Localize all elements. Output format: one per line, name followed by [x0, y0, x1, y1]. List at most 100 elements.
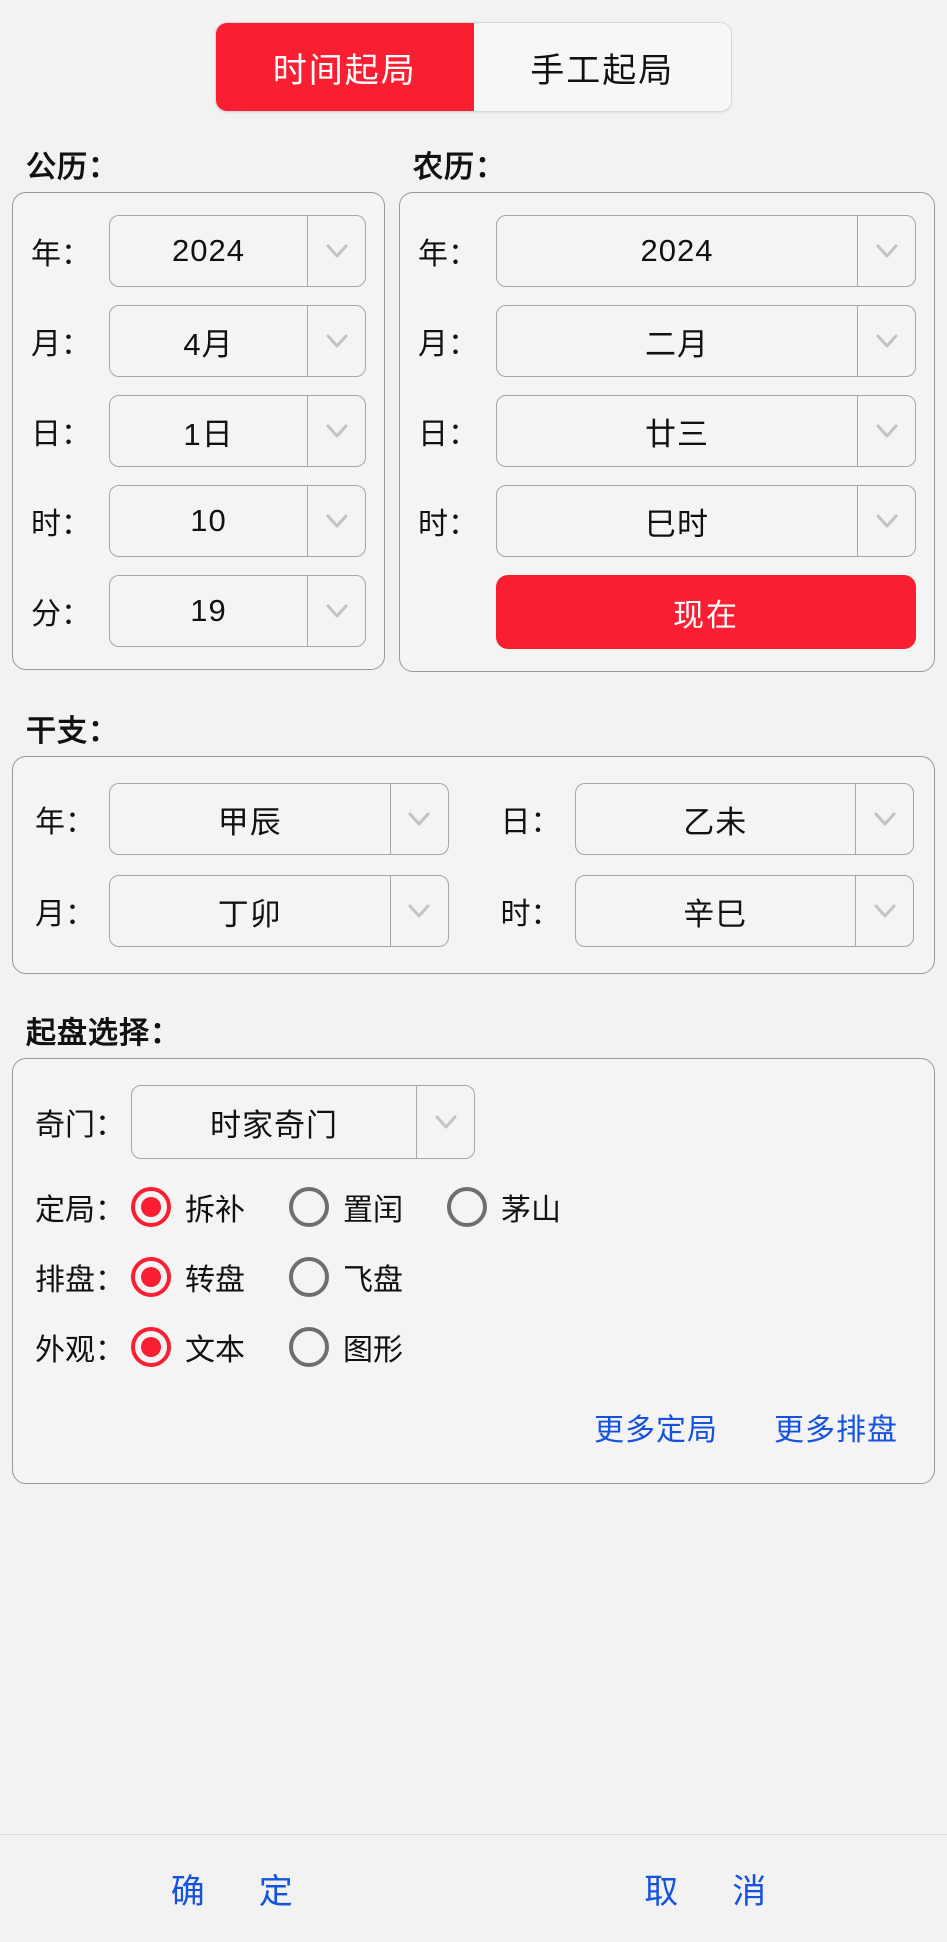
ganzhi-hour-select[interactable]: 辛巳: [575, 875, 915, 947]
lunar-month-value: 二月: [497, 306, 857, 376]
radio-unselected-icon[interactable]: [289, 1257, 329, 1297]
chevron-down-icon[interactable]: [307, 576, 365, 646]
lunar-card: 年： 2024 月： 二月 日：: [399, 192, 935, 672]
solar-minute-select[interactable]: 19: [109, 575, 366, 647]
more-paipan-link[interactable]: 更多排盘: [774, 1405, 898, 1449]
paipan-option-zhuanpan[interactable]: 转盘: [131, 1255, 245, 1299]
confirm-button-label: 确 定: [171, 1864, 303, 1913]
solar-year-label: 年：: [31, 229, 109, 273]
solar-minute-value: 19: [110, 576, 307, 646]
chevron-down-icon[interactable]: [857, 306, 915, 376]
now-button[interactable]: 现在: [496, 575, 916, 649]
qimen-select[interactable]: 时家奇门: [131, 1085, 475, 1159]
dingju-option-zhirun[interactable]: 置闰: [289, 1185, 403, 1229]
more-dingju-link[interactable]: 更多定局: [594, 1405, 718, 1449]
chevron-down-icon[interactable]: [857, 396, 915, 466]
lunar-year-value: 2024: [497, 216, 857, 286]
ganzhi-year-select[interactable]: 甲辰: [109, 783, 449, 855]
lunar-month-label: 月：: [418, 319, 496, 363]
solar-hour-label: 时：: [31, 499, 109, 543]
ganzhi-hour-label: 时：: [483, 889, 575, 933]
ganzhi-day-row: 日： 乙未: [483, 783, 915, 855]
radio-selected-icon[interactable]: [131, 1187, 171, 1227]
lunar-day-select[interactable]: 廿三: [496, 395, 916, 467]
chevron-down-icon[interactable]: [855, 876, 913, 946]
solar-hour-select[interactable]: 10: [109, 485, 366, 557]
ganzhi-day-value: 乙未: [576, 784, 856, 854]
lunar-day-label: 日：: [418, 409, 496, 453]
solar-day-value: 1日: [110, 396, 307, 466]
lunar-hour-row: 时： 巳时: [418, 485, 916, 557]
radio-unselected-icon[interactable]: [447, 1187, 487, 1227]
lunar-month-select[interactable]: 二月: [496, 305, 916, 377]
more-links: 更多定局 更多排盘: [35, 1395, 912, 1465]
solar-month-select[interactable]: 4月: [109, 305, 366, 377]
dingju-label: 定局：: [35, 1185, 131, 1229]
lunar-year-select[interactable]: 2024: [496, 215, 916, 287]
waiguan-option-wenben[interactable]: 文本: [131, 1325, 245, 1369]
paipan-radio-row: 排盘： 转盘 飞盘: [35, 1255, 912, 1299]
dingju-option-chaibu[interactable]: 拆补: [131, 1185, 245, 1229]
tab-time-chart[interactable]: 时间起局: [216, 23, 474, 111]
footer-bar: 确 定 取 消: [0, 1834, 947, 1942]
qipan-section-label: 起盘选择：: [26, 1008, 935, 1052]
chevron-down-icon[interactable]: [857, 486, 915, 556]
chevron-down-icon[interactable]: [307, 486, 365, 556]
solar-hour-value: 10: [110, 486, 307, 556]
ganzhi-year-label: 年：: [17, 797, 109, 841]
tab-manual-chart-label: 手工起局: [530, 43, 674, 92]
radio-unselected-icon[interactable]: [289, 1327, 329, 1367]
ganzhi-day-select[interactable]: 乙未: [575, 783, 915, 855]
lunar-hour-label: 时：: [418, 499, 496, 543]
radio-selected-icon[interactable]: [131, 1327, 171, 1367]
ganzhi-month-select[interactable]: 丁卯: [109, 875, 449, 947]
waiguan-option-wenben-label: 文本: [185, 1325, 245, 1369]
chevron-down-icon[interactable]: [416, 1086, 474, 1158]
dingju-option-maoshan[interactable]: 茅山: [447, 1185, 561, 1229]
ganzhi-year-value: 甲辰: [110, 784, 390, 854]
radio-selected-icon[interactable]: [131, 1257, 171, 1297]
ganzhi-month-label: 月：: [17, 889, 109, 933]
qimen-value: 时家奇门: [132, 1086, 416, 1158]
chevron-down-icon[interactable]: [307, 306, 365, 376]
chevron-down-icon[interactable]: [390, 784, 448, 854]
ganzhi-grid: 年： 甲辰 日： 乙未 月：: [17, 783, 914, 947]
cancel-button[interactable]: 取 消: [474, 1835, 947, 1942]
paipan-option-feipan-label: 飞盘: [343, 1255, 403, 1299]
qimen-label: 奇门：: [35, 1100, 131, 1144]
radio-unselected-icon[interactable]: [289, 1187, 329, 1227]
chevron-down-icon[interactable]: [390, 876, 448, 946]
solar-month-value: 4月: [110, 306, 307, 376]
waiguan-option-tuxing[interactable]: 图形: [289, 1325, 403, 1369]
confirm-button[interactable]: 确 定: [0, 1835, 474, 1942]
tab-manual-chart[interactable]: 手工起局: [474, 23, 732, 111]
ganzhi-day-label: 日：: [483, 797, 575, 841]
cancel-button-label: 取 消: [644, 1864, 776, 1913]
dingju-option-maoshan-label: 茅山: [501, 1185, 561, 1229]
chevron-down-icon[interactable]: [855, 784, 913, 854]
solar-day-row: 日： 1日: [31, 395, 366, 467]
chevron-down-icon[interactable]: [857, 216, 915, 286]
lunar-hour-select[interactable]: 巳时: [496, 485, 916, 557]
tab-time-chart-label: 时间起局: [273, 43, 417, 92]
paipan-option-feipan[interactable]: 飞盘: [289, 1255, 403, 1299]
solar-hour-row: 时： 10: [31, 485, 366, 557]
solar-day-label: 日：: [31, 409, 109, 453]
solar-year-select[interactable]: 2024: [109, 215, 366, 287]
lunar-year-row: 年： 2024: [418, 215, 916, 287]
qipan-card: 奇门： 时家奇门 定局： 拆补 置闰 茅山: [12, 1058, 935, 1484]
paipan-label: 排盘：: [35, 1255, 131, 1299]
ganzhi-section-label: 干支：: [26, 706, 935, 750]
chevron-down-icon[interactable]: [307, 216, 365, 286]
dingju-option-zhirun-label: 置闰: [343, 1185, 403, 1229]
ganzhi-hour-row: 时： 辛巳: [483, 875, 915, 947]
waiguan-label: 外观：: [35, 1325, 131, 1369]
ganzhi-hour-value: 辛巳: [576, 876, 856, 946]
lunar-column: 农历： 年： 2024 月： 二月: [399, 142, 935, 672]
now-button-label: 现在: [673, 590, 739, 635]
solar-day-select[interactable]: 1日: [109, 395, 366, 467]
solar-column: 公历： 年： 2024 月： 4月: [12, 142, 385, 672]
solar-month-row: 月： 4月: [31, 305, 366, 377]
chevron-down-icon[interactable]: [307, 396, 365, 466]
waiguan-option-tuxing-label: 图形: [343, 1325, 403, 1369]
